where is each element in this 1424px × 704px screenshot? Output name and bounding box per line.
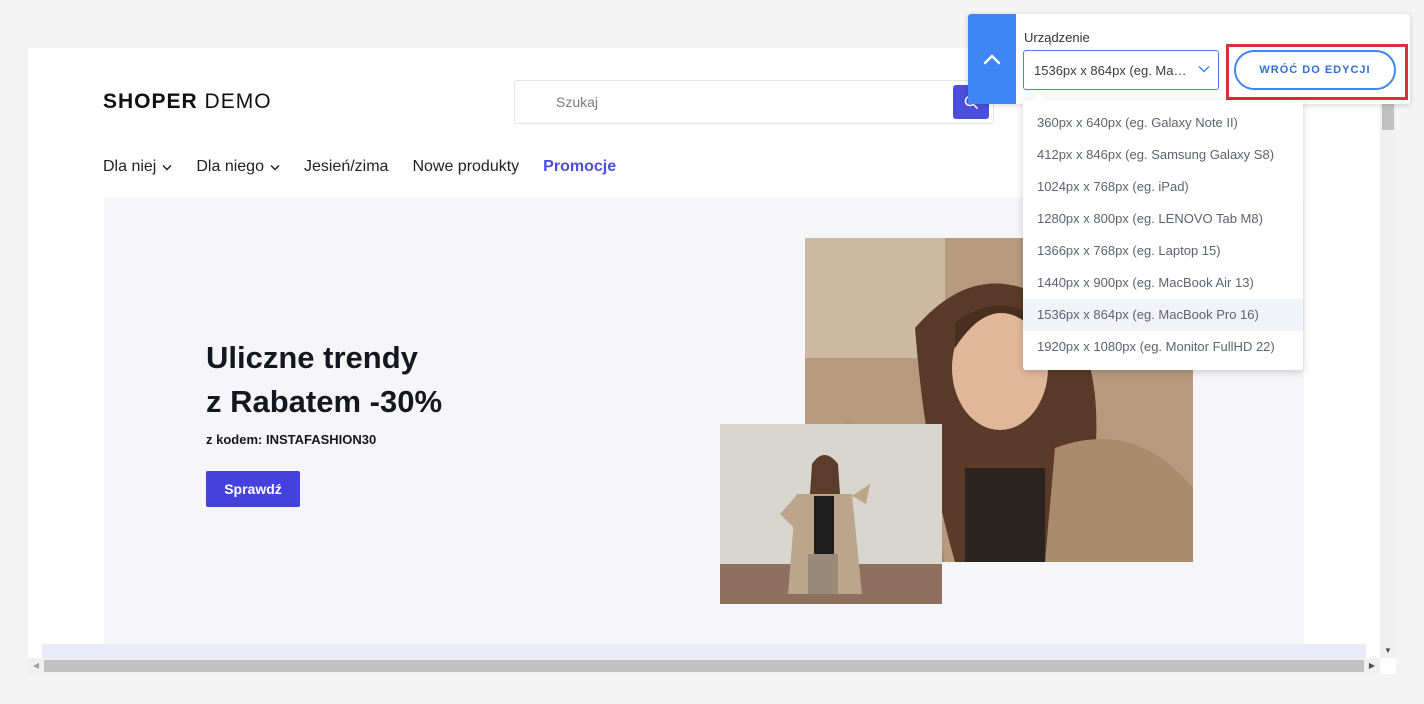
- device-option[interactable]: 1536px x 864px (eg. MacBook Pro 16): [1023, 299, 1303, 331]
- device-label: Urządzenie: [1024, 30, 1090, 45]
- nav-item-label: Dla niego: [196, 158, 264, 175]
- nav-item-label: Dla niej: [103, 158, 157, 175]
- device-dropdown-list: 360px x 640px (eg. Galaxy Note II) 412px …: [1023, 91, 1303, 370]
- hero-cta-button[interactable]: Sprawdź: [206, 471, 300, 507]
- scroll-right-arrow-icon[interactable]: ▶: [1364, 658, 1380, 674]
- woman-street-image: [720, 424, 942, 604]
- device-option[interactable]: 412px x 846px (eg. Samsung Galaxy S8): [1023, 139, 1303, 171]
- horizontal-scrollbar[interactable]: ◀ ▶: [28, 658, 1380, 674]
- vertical-scrollbar-thumb[interactable]: [1382, 100, 1394, 130]
- store-logo[interactable]: SHOPER DEMO: [103, 90, 272, 114]
- device-option[interactable]: 1440px x 900px (eg. MacBook Air 13): [1023, 267, 1303, 299]
- back-to-edit-button[interactable]: WRÓĆ DO EDYCJI: [1234, 50, 1396, 90]
- hero-title: Uliczne trendy z Rabatem -30%: [206, 336, 442, 424]
- device-options: 360px x 640px (eg. Galaxy Note II) 412px …: [1023, 107, 1303, 363]
- nav-item-label: Nowe produkty: [412, 158, 520, 175]
- chevron-down-icon: [270, 164, 280, 170]
- nav-item-1[interactable]: Dla niego: [196, 158, 280, 176]
- nav-item-2[interactable]: Jesień/zima: [304, 158, 388, 176]
- scroll-down-arrow-icon[interactable]: ▼: [1380, 644, 1396, 658]
- device-preview-panel: Urządzenie 1536px x 864px (eg. MacBook P…: [968, 14, 1410, 104]
- next-section-strip: [42, 644, 1366, 658]
- nav-item-3[interactable]: Nowe produkty: [412, 158, 519, 176]
- chevron-down-icon: [162, 164, 172, 170]
- nav-item-label: Promocje: [543, 158, 617, 175]
- nav-item-0[interactable]: Dla niej: [103, 158, 172, 176]
- device-option[interactable]: 360px x 640px (eg. Galaxy Note II): [1023, 107, 1303, 139]
- collapse-panel-button[interactable]: [968, 14, 1016, 104]
- logo-light-text: DEMO: [204, 90, 272, 113]
- vertical-scrollbar[interactable]: ▼: [1380, 48, 1396, 658]
- hero-subtitle: z kodem: INSTAFASHION30: [206, 432, 377, 447]
- search-box: [514, 80, 994, 124]
- chevron-up-icon: [983, 54, 1001, 65]
- logo-bold-text: SHOPER: [103, 90, 198, 113]
- horizontal-scrollbar-thumb[interactable]: [44, 660, 1364, 672]
- device-select[interactable]: 1536px x 864px (eg. MacBook Pro 16): [1023, 50, 1219, 90]
- device-select-value: 1536px x 864px (eg. MacBook Pro 16): [1034, 63, 1190, 78]
- hero-photo-small: [720, 424, 942, 604]
- hero-title-line-2: z Rabatem -30%: [206, 384, 443, 419]
- device-option[interactable]: 1920px x 1080px (eg. Monitor FullHD 22): [1023, 331, 1303, 363]
- nav-item-4[interactable]: Promocje: [543, 158, 616, 176]
- main-nav: Dla niej Dla niego Jesień/zima Nowe produkt…: [103, 158, 616, 176]
- nav-item-label: Jesień/zima: [303, 158, 389, 175]
- device-option[interactable]: 1366px x 768px (eg. Laptop 15): [1023, 235, 1303, 267]
- device-option[interactable]: 1024px x 768px (eg. iPad): [1023, 171, 1303, 203]
- hero-title-line-1: Uliczne trendy: [206, 340, 418, 375]
- chevron-down-icon: [1198, 65, 1210, 73]
- scroll-left-arrow-icon[interactable]: ◀: [28, 658, 44, 674]
- search-input[interactable]: [516, 82, 952, 122]
- device-option[interactable]: 1280px x 800px (eg. LENOVO Tab M8): [1023, 203, 1303, 235]
